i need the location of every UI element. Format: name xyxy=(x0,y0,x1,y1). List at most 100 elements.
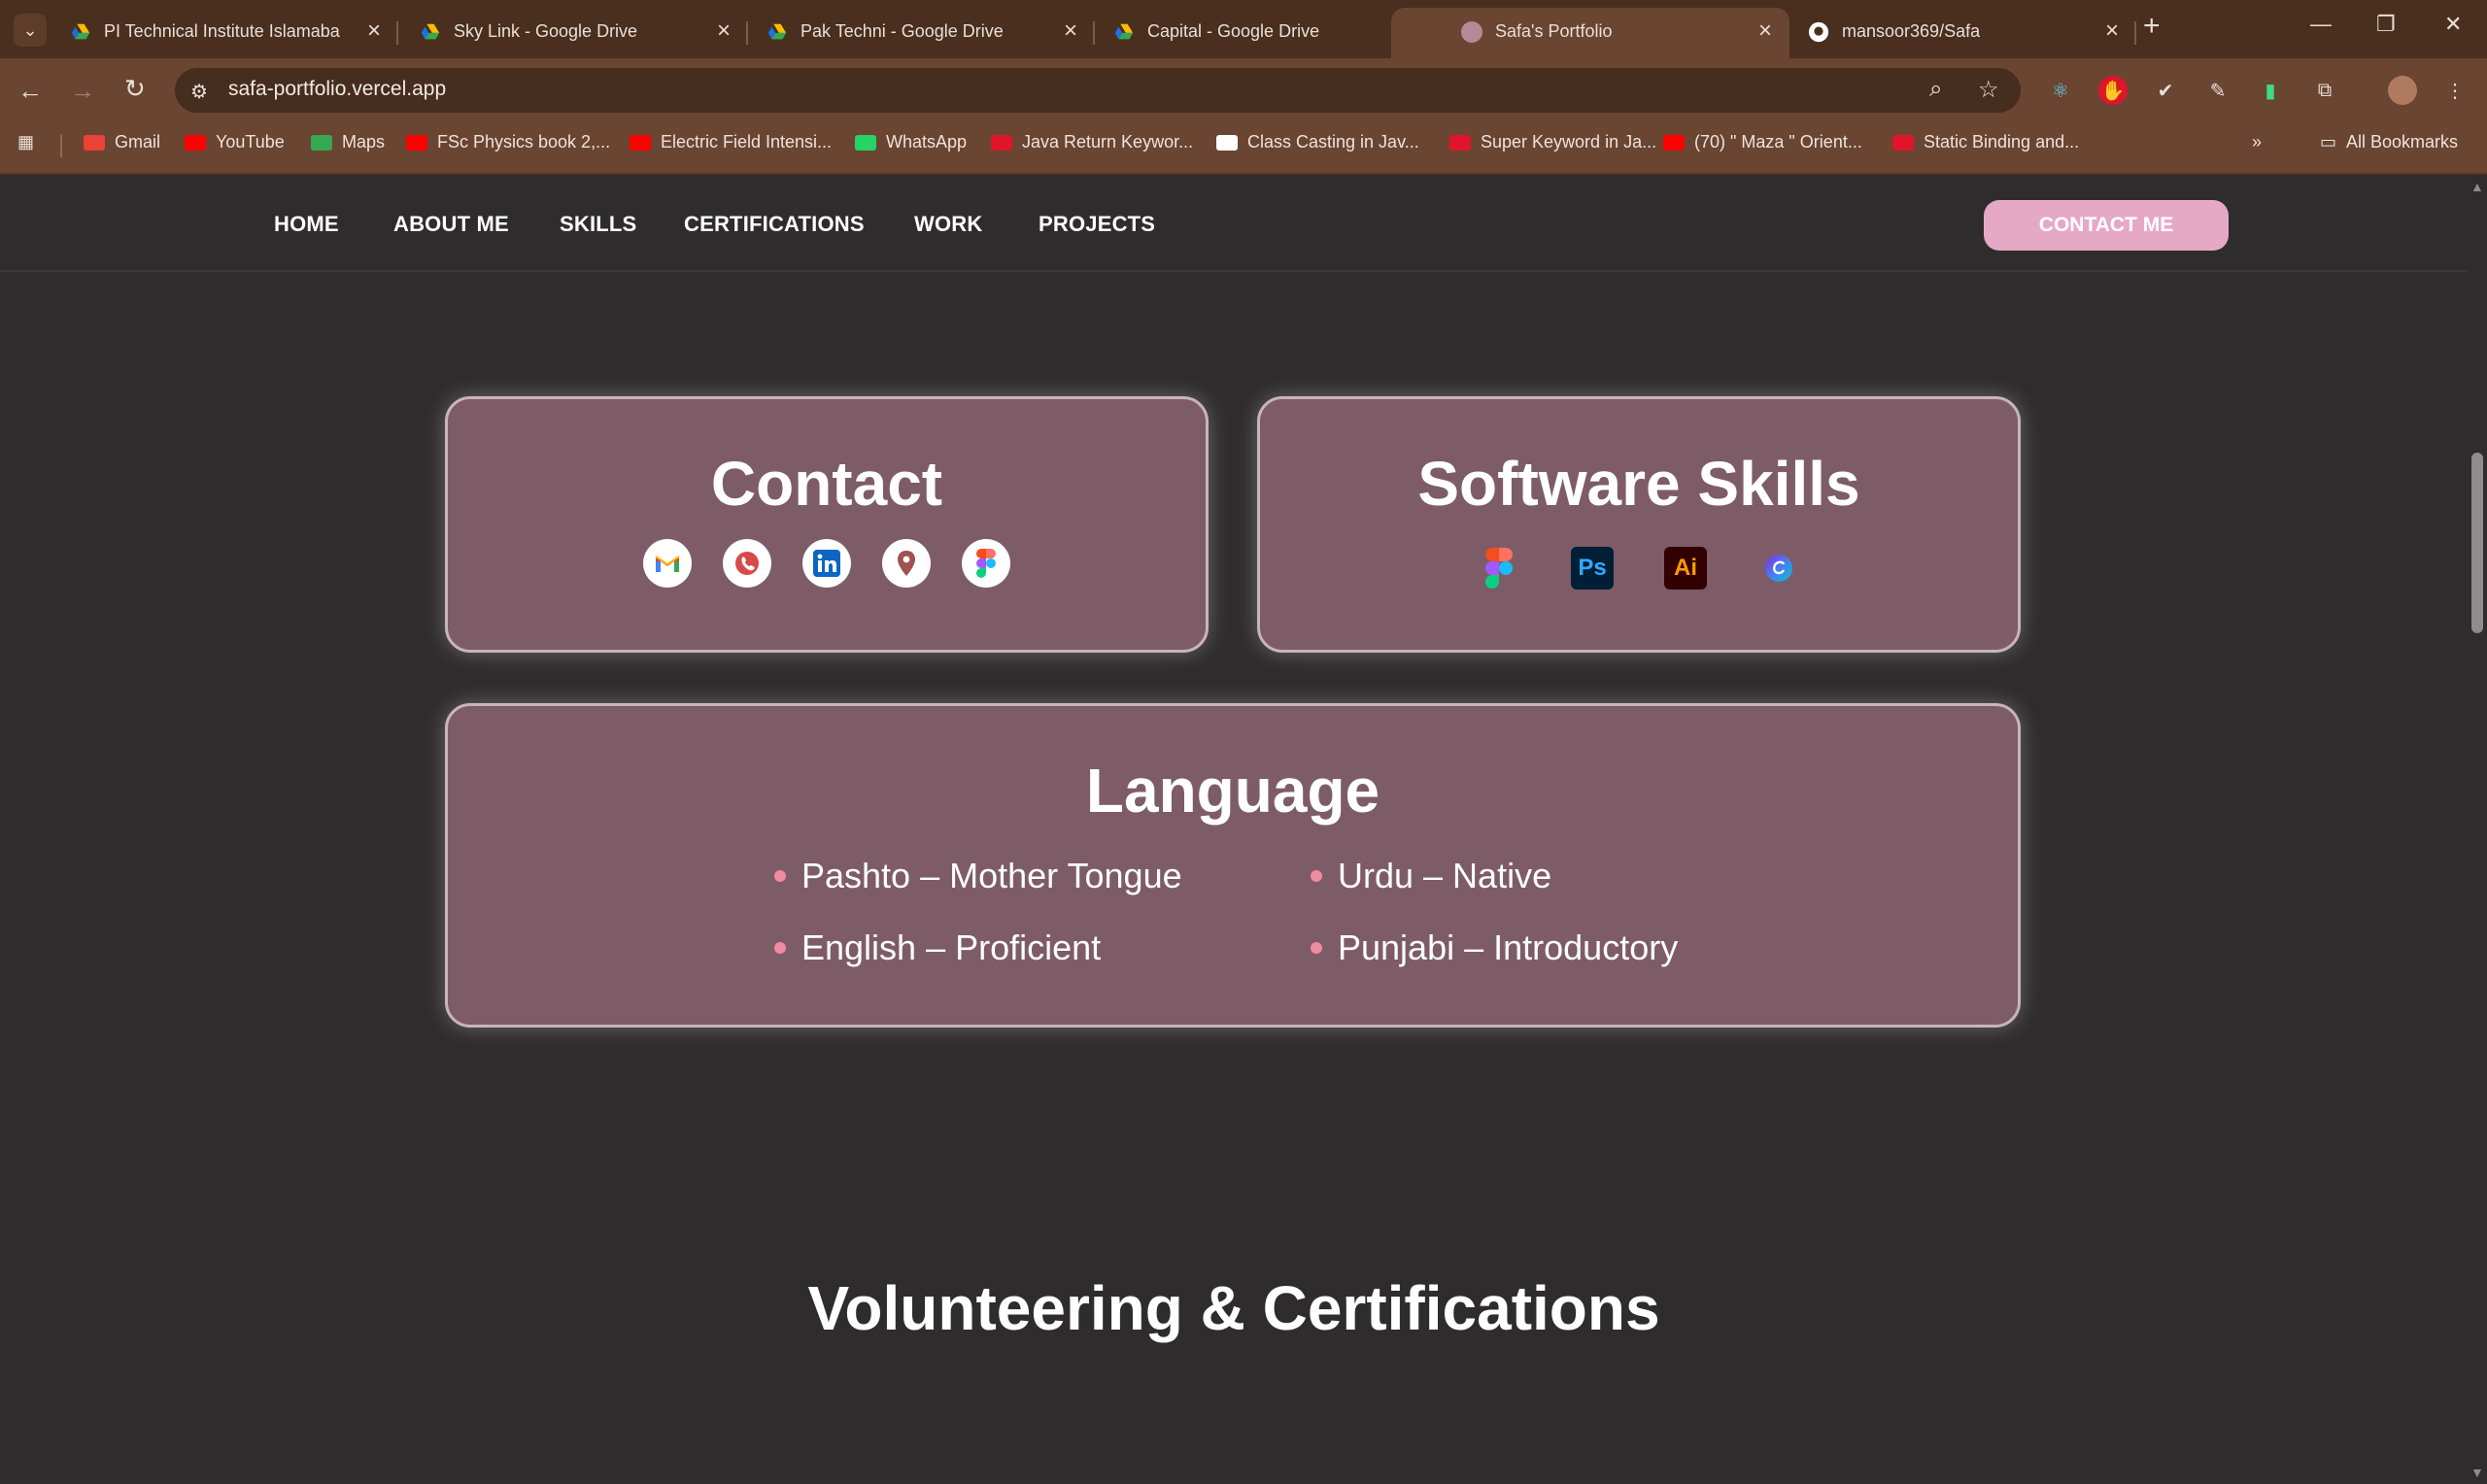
linkedin-icon[interactable] xyxy=(802,539,851,588)
language-card: Language Pashto – Mother Tongue Urdu – N… xyxy=(445,703,2021,1028)
youtube-icon xyxy=(185,134,206,151)
bookmark-star-icon[interactable]: ☆ xyxy=(1978,76,1999,104)
close-icon[interactable]: × xyxy=(2105,17,2119,45)
bookmark-item[interactable]: Java Return Keywor... xyxy=(991,132,1193,152)
tab-title: Pak Techni - Google Drive xyxy=(801,21,1004,41)
contact-icons xyxy=(448,539,1206,588)
scroll-thumb[interactable] xyxy=(2471,453,2483,633)
bookmark-item[interactable]: YouTube xyxy=(185,132,285,152)
canva-icon xyxy=(1757,547,1800,590)
nav-skills[interactable]: SKILLS xyxy=(560,212,636,237)
volunteering-section-title: Volunteering & Certifications xyxy=(807,1273,1660,1343)
nav-about-me[interactable]: ABOUT ME xyxy=(393,212,509,237)
bookmark-label: Super Keyword in Ja... xyxy=(1481,132,1657,152)
page-scrollbar[interactable]: ▲ ▼ xyxy=(2468,177,2487,1484)
maps-icon xyxy=(311,134,332,151)
forward-icon[interactable]: → xyxy=(70,76,95,106)
bookmark-label: Maps xyxy=(342,132,386,152)
restore-icon[interactable]: ❐ xyxy=(2376,12,2396,37)
bookmark-label: WhatsApp xyxy=(886,132,968,152)
location-icon[interactable] xyxy=(882,539,931,588)
apps-grid-icon[interactable]: ▦ xyxy=(17,132,34,152)
youtube-icon xyxy=(630,134,651,151)
nav-work[interactable]: WORK xyxy=(914,212,982,237)
scroll-down-icon[interactable]: ▼ xyxy=(2470,1465,2484,1480)
back-icon[interactable]: ← xyxy=(17,76,43,106)
minimize-icon[interactable]: — xyxy=(2310,12,2332,37)
software-skills-title: Software Skills xyxy=(1417,449,1860,519)
react-devtools-icon[interactable]: ⚛ xyxy=(2046,76,2075,105)
list-item: Punjabi – Introductory xyxy=(1311,928,1719,968)
language-title: Language xyxy=(1085,756,1380,826)
nav-certifications[interactable]: CERTIFICATIONS xyxy=(684,212,865,237)
zoom-icon[interactable]: ⌕ xyxy=(1929,76,1942,103)
bullet xyxy=(1311,942,1322,954)
new-tab-button[interactable]: + xyxy=(2143,10,2161,43)
color-picker-icon[interactable]: ✎ xyxy=(2203,76,2232,105)
contact-me-button[interactable]: CONTACT ME xyxy=(1984,200,2229,251)
menu-kebab-icon[interactable]: ⋮ xyxy=(2440,76,2470,105)
bookmark-label: Java Return Keywor... xyxy=(1022,132,1194,152)
scroll-up-icon[interactable]: ▲ xyxy=(2470,179,2484,194)
phone-icon[interactable] xyxy=(723,539,771,588)
bookmark-label: Gmail xyxy=(115,132,161,152)
bookmark-label: YouTube xyxy=(216,132,285,152)
bullet xyxy=(774,942,786,954)
tab-pak-techni[interactable]: Pak Techni - Google Drive × xyxy=(697,8,1095,58)
site-info-icon[interactable]: ⚙ xyxy=(190,80,208,104)
figma-icon[interactable] xyxy=(962,539,1010,588)
site-navigation: HOME ABOUT ME SKILLS CERTIFICATIONS WORK… xyxy=(0,177,2468,272)
javatpoint-icon xyxy=(1449,134,1471,151)
tab-capital[interactable]: Capital - Google Drive × xyxy=(1043,8,1442,58)
nav-projects[interactable]: PROJECTS xyxy=(1039,212,1155,237)
nav-home[interactable]: HOME xyxy=(274,212,339,237)
language-list: Pashto – Mother Tongue Urdu – Native Eng… xyxy=(774,856,1719,968)
bookmark-item[interactable]: Static Binding and... xyxy=(1892,132,2079,152)
bookmark-item[interactable]: Class Casting in Jav... xyxy=(1216,132,1419,152)
youtube-icon xyxy=(406,134,427,151)
software-skills-card: Software Skills Ps Ai xyxy=(1257,396,2021,653)
github-icon xyxy=(1808,21,1829,43)
bookmark-item[interactable]: Gmail xyxy=(84,132,160,152)
checkmark-extension-icon[interactable]: ✔ xyxy=(2151,76,2180,105)
tab-pi-technical[interactable]: PI Technical Institute Islamabad × xyxy=(0,8,398,58)
figma-icon xyxy=(1478,547,1520,590)
bookmark-item[interactable]: FSc Physics book 2,... xyxy=(406,132,610,152)
adblock-icon[interactable]: ✋ xyxy=(2098,76,2128,105)
youtube-icon xyxy=(1663,134,1685,151)
tab-safas-portfolio[interactable]: Safa's Portfolio × xyxy=(1391,8,1789,58)
extension-icon[interactable]: ▮ xyxy=(2256,76,2285,105)
google-drive-icon xyxy=(1114,23,1134,40)
more-bookmarks-icon[interactable]: » xyxy=(2252,132,2262,152)
google-drive-icon xyxy=(767,23,787,40)
bookmark-item[interactable]: (70) " Maza " Orient... xyxy=(1663,132,1862,152)
all-bookmarks-folder[interactable]: ▭ All Bookmarks xyxy=(2320,132,2458,152)
tab-title: mansoor369/Safa xyxy=(1842,21,1981,41)
bookmark-item[interactable]: WhatsApp xyxy=(855,132,967,152)
tab-github[interactable]: mansoor369/Safa × xyxy=(1738,8,2136,58)
list-item: Urdu – Native xyxy=(1311,856,1719,896)
contact-title: Contact xyxy=(710,449,943,519)
address-bar[interactable] xyxy=(175,68,2021,113)
bookmark-label: Static Binding and... xyxy=(1924,132,2080,152)
list-item: English – Proficient xyxy=(774,928,1311,968)
illustrator-icon: Ai xyxy=(1664,547,1707,590)
url-text[interactable]: safa-portfolio.vercel.app xyxy=(228,78,446,101)
profile-avatar-icon[interactable] xyxy=(2388,76,2417,105)
all-bookmarks-label: All Bookmarks xyxy=(2346,132,2459,152)
gmail-icon[interactable] xyxy=(643,539,692,588)
scaler-icon xyxy=(1216,134,1238,151)
extensions-puzzle-icon[interactable]: ⧉ xyxy=(2310,76,2339,105)
bookmark-item[interactable]: Electric Field Intensi... xyxy=(630,132,832,152)
tab-title: Capital - Google Drive xyxy=(1147,21,1320,41)
reload-icon[interactable]: ↻ xyxy=(124,74,146,104)
whatsapp-icon xyxy=(855,134,876,151)
bullet xyxy=(774,870,786,882)
bookmark-label: (70) " Maza " Orient... xyxy=(1694,132,1862,152)
gmail-icon xyxy=(84,134,105,151)
bookmark-item[interactable]: Super Keyword in Ja... xyxy=(1449,132,1656,152)
bookmark-item[interactable]: Maps xyxy=(311,132,385,152)
close-window-icon[interactable]: ✕ xyxy=(2444,12,2462,37)
portfolio-page: HOME ABOUT ME SKILLS CERTIFICATIONS WORK… xyxy=(0,177,2468,1484)
tab-sky-link[interactable]: Sky Link - Google Drive × xyxy=(350,8,748,58)
